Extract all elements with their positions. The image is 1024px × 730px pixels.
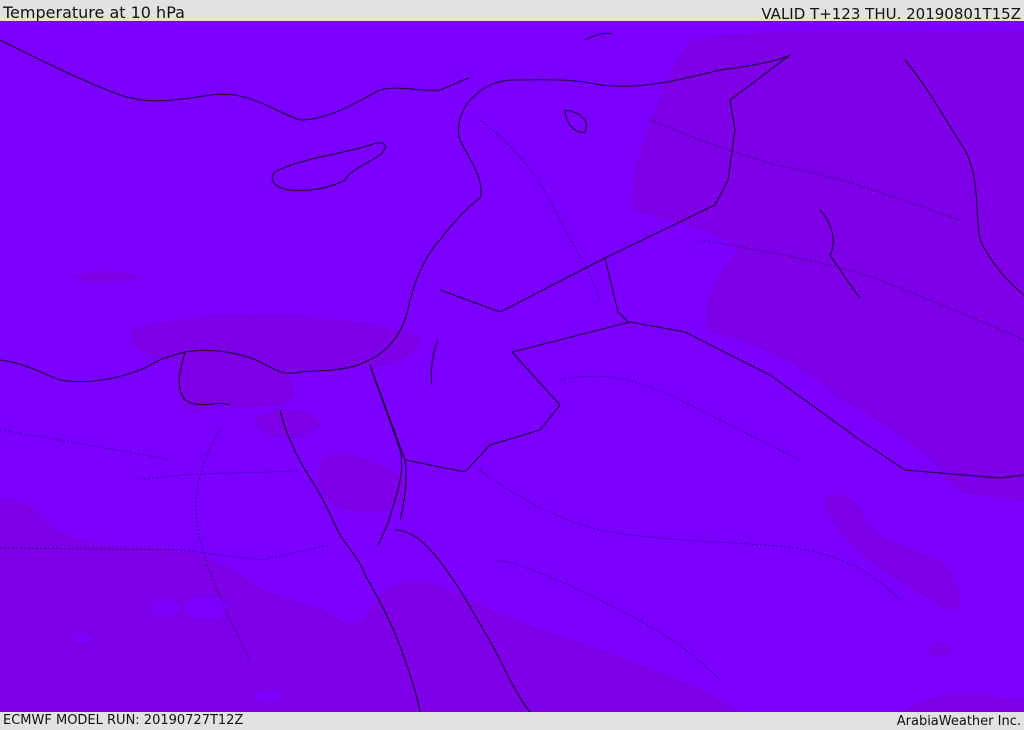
footer-bar: ECMWF MODEL RUN: 20190727T12Z ArabiaWeat… — [0, 712, 1024, 729]
map-title: Temperature at 10 hPa — [3, 3, 185, 22]
temperature-spot-west — [74, 271, 138, 283]
temperature-spot-sudan — [254, 690, 282, 702]
temperature-spot-libya2 — [183, 596, 227, 620]
model-run-label: ECMWF MODEL RUN: 20190727T12Z — [3, 713, 244, 728]
temperature-spot-egypt — [72, 633, 92, 643]
temperature-field-map — [0, 21, 1024, 712]
credit-label: ArabiaWeather Inc. — [896, 714, 1021, 729]
header-bar: Temperature at 10 hPa VALID T+123 THU. 2… — [0, 0, 1024, 23]
temperature-spot-libya — [150, 600, 180, 616]
temperature-spot-yemen — [928, 644, 952, 656]
weather-map[interactable] — [0, 21, 1024, 712]
